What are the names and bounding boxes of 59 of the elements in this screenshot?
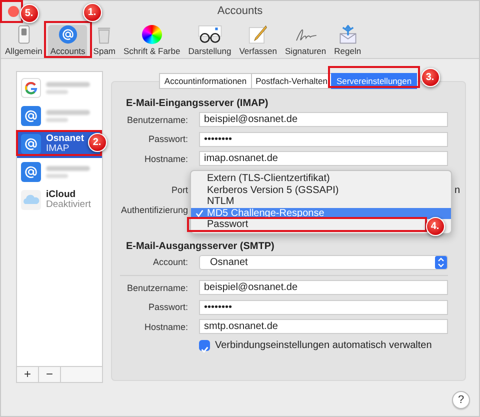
input-field[interactable]: smtp.osnanet.de [199, 319, 448, 334]
help-button[interactable]: ? [452, 391, 470, 409]
checkbox[interactable] [199, 340, 210, 351]
highlight-frame [44, 21, 92, 58]
glasses-icon [196, 25, 224, 44]
section-heading: E-Mail-Eingangsserver (IMAP) [125, 97, 270, 110]
color-wheel-icon [142, 25, 162, 44]
pencil-paper-icon [247, 25, 270, 44]
menu-item[interactable]: Kerberos Version 5 (GSSAPI) [191, 184, 343, 196]
checkbox-label: Verbindungseinstellungen automatisch verwalten [215, 340, 432, 351]
window-title: Accounts [217, 5, 263, 17]
input-field[interactable]: •••••••• [199, 300, 448, 315]
at-sign-icon [21, 162, 41, 182]
toolbar-item[interactable]: Allgemein [3, 25, 44, 58]
input-field[interactable]: beispiel@osnanet.de [199, 280, 448, 296]
account-item[interactable]: iCloud Deaktiviert [17, 186, 102, 214]
toolbar-item[interactable]: Spam [91, 25, 118, 58]
field-label: Benutzername: [126, 114, 188, 125]
switch-icon [16, 25, 31, 44]
account-name: iCloud [46, 190, 77, 200]
partial-text: n [454, 184, 460, 196]
field-label: Hostname: [143, 154, 188, 164]
input-field[interactable]: imap.osnanet.de [199, 151, 448, 166]
toolbar-item[interactable]: Regeln [332, 25, 364, 58]
account-popup[interactable]: Osnanet [199, 254, 448, 270]
google-g-icon [21, 78, 41, 98]
field-label: Passwort: [147, 302, 188, 312]
input-field[interactable]: •••••••• [199, 132, 448, 147]
field-label: Hostname: [143, 322, 188, 332]
at-sign-icon [21, 106, 41, 126]
account-name: Osnanet [46, 134, 84, 144]
at-sign-icon [21, 134, 41, 154]
at-sign-icon [56, 25, 79, 44]
checkmark-icon [195, 208, 204, 218]
input-field[interactable]: beispiel@osnanet.de [199, 112, 448, 128]
field-label: Authentifizierung [120, 204, 188, 215]
blurred-text [46, 166, 90, 178]
close-button[interactable] [8, 6, 19, 17]
field-label: Passwort: [147, 134, 188, 144]
toolbar-item[interactable]: Darstellung [186, 25, 234, 58]
blurred-text [46, 110, 90, 122]
menu-item[interactable]: Passwort [191, 219, 252, 230]
tab[interactable]: Accountinformationen [159, 73, 252, 89]
toolbar-item[interactable]: Signaturen [283, 25, 328, 58]
field-label: Account: [152, 257, 188, 268]
cloud-icon [21, 190, 41, 210]
toolbar-item[interactable]: Accounts [48, 25, 88, 58]
updown-arrows-icon [435, 256, 447, 269]
blurred-text [46, 82, 90, 94]
field-label: Benutzername: [126, 282, 188, 293]
account-detail: IMAP [46, 144, 70, 154]
toolbar-item[interactable]: Verfassen [237, 25, 280, 58]
tab[interactable]: Postfach-Verhalten [250, 73, 332, 89]
menu-item[interactable]: Extern (TLS-Clientzertifikat) [191, 173, 334, 184]
account-detail: Deaktiviert [46, 200, 91, 210]
menu-item[interactable]: NTLM [191, 196, 238, 208]
field-label: Port [170, 185, 188, 196]
section-heading: E-Mail-Ausgangsserver (SMTP) [125, 240, 276, 252]
toolbar-item[interactable]: Schrift & Farbe [122, 25, 182, 58]
